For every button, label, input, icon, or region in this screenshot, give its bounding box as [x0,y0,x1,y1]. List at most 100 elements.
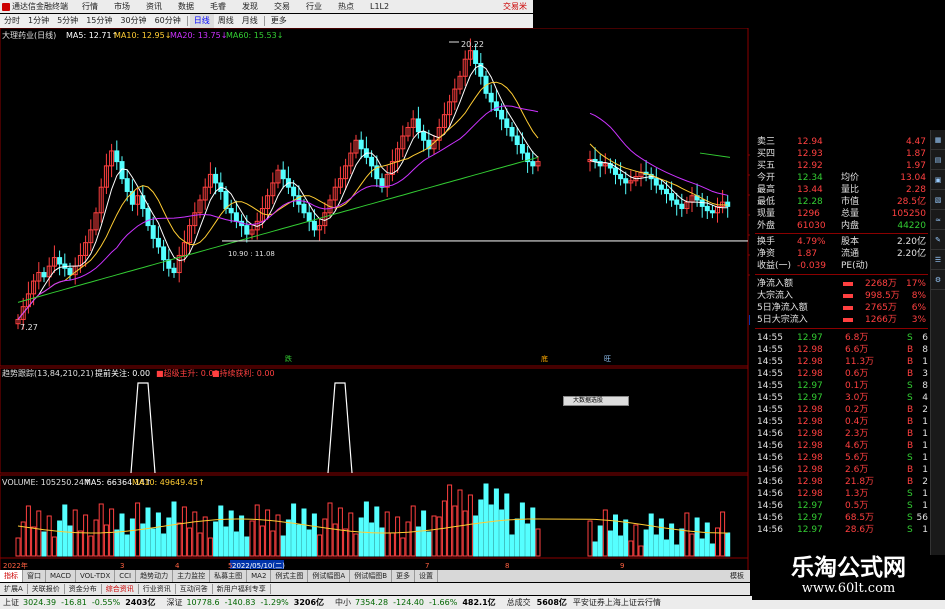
fund-flow-value: 998.5万 [865,291,900,301]
volume-bar [239,515,245,557]
menu-discover[interactable]: 发现 [242,1,258,12]
tick-v: 21.8万 [845,477,875,487]
period-tab-2[interactable]: 5分钟 [53,14,82,28]
indicator-tab-13[interactable]: 设置 [415,570,439,582]
indicator-tab-1[interactable]: 窗口 [23,570,46,582]
tick-count: 8 [922,381,928,391]
menu-l1l2[interactable]: L1L2 [370,2,389,11]
index-amt: 482.1亿 [462,598,496,607]
indicator-sub2: ■超级主升: 0.00 [156,368,219,378]
menu-industry[interactable]: 行业 [306,1,322,12]
index-name[interactable]: 深证 [166,597,182,608]
period-tab-0[interactable]: 分时 [0,14,24,28]
template-button[interactable]: 模板 [724,571,750,581]
sidebar-tools-icon[interactable]: ✎ [931,230,945,250]
indicator-tab-6[interactable]: 主力监控 [173,570,211,582]
month-label: 9 [620,562,624,570]
volume-bar [720,511,726,557]
sidebar-quote-icon[interactable]: ▦ [931,130,945,150]
indicator-tab-3[interactable]: VOL-TDX [76,570,116,582]
info-tab-2[interactable]: 资金分布 [65,584,102,594]
ma20-label: MA20: 13.75↓ [170,31,227,40]
volume-bar [306,529,312,557]
index-name[interactable]: 中小 [335,597,351,608]
quote-separator [755,233,928,234]
menu-data[interactable]: 数据 [178,1,194,12]
tick-s: B [907,345,914,355]
sidebar-news-icon[interactable]: ▣ [931,170,945,190]
month-label: 8 [505,562,509,570]
high-price-label: 20.22 [461,40,484,49]
info-tab-0[interactable]: 扩展A [0,584,28,594]
index-chg: -124.40 [393,598,425,607]
menu-hot[interactable]: 热点 [338,1,354,12]
volume-bar [202,516,208,557]
info-tab-3[interactable]: 综合资讯 [102,584,139,594]
tick-s: B [907,417,914,427]
tick-count: 1 [922,429,928,439]
index-amt: 3206亿 [293,598,325,607]
tick-t: 14:56 [757,429,783,439]
index-name[interactable]: 上证 [3,597,19,608]
period-tab-6[interactable]: 日线 [189,14,214,28]
indicator-tab-9[interactable]: 例式主图 [271,570,309,582]
candle-body [415,118,421,133]
indicator-tab-12[interactable]: 更多 [392,570,416,582]
quote-label: 换手 [757,237,776,247]
info-tab-6[interactable]: 新用户福利专享 [213,584,271,594]
quote-row-2: 换手 4.79% 股本 2.20亿 [755,236,928,248]
period-tab-3[interactable]: 15分钟 [82,14,116,28]
fund-flow-pct: 17% [905,279,926,289]
period-tab-9[interactable]: 更多 [267,14,291,28]
indicator-tab-4[interactable]: CCI [115,570,137,582]
ma60-line-2 [699,152,731,158]
tick-row: 14:56 12.97 28.6万 S 1 [755,524,928,536]
period-tab-1[interactable]: 1分钟 [24,14,53,28]
tick-s: S [907,333,913,343]
indicator-tab-5[interactable]: 趋势动力 [136,570,174,582]
index-pct: -1.66% [429,598,458,607]
indicator-tab-7[interactable]: 私募主图 [210,570,248,582]
period-tab-7[interactable]: 周线 [214,14,238,28]
big-data-popup[interactable]: 大数据选股 [563,396,629,406]
indicator-tabs: 指标 窗口 MACD VOL-TDX CCI 趋势动力 主力监控 私募主图 MA2 例式主图 例试幅… [0,570,750,582]
indicator-tab-11[interactable]: 例试幅图B [350,570,393,582]
sidebar-list-icon[interactable]: ☰ [931,250,945,270]
stock-name-label: 大理药业(日线) [2,30,56,40]
quote-row-2: 收益(一) -0.039 PE(动) [755,260,928,272]
tick-t: 14:56 [757,525,783,535]
tick-count: 1 [922,489,928,499]
signal-flag-1: 底 [541,354,548,363]
indicator-tab-8[interactable]: MA2 [247,570,272,582]
period-tab-8[interactable]: 月线 [238,14,262,28]
quote-value-2: 4.47 [905,137,926,147]
info-tab-1[interactable]: 关联报价 [28,584,65,594]
indicator-tab-10[interactable]: 例试幅图A [308,570,351,582]
indicator-tab-0[interactable]: 指标 [0,570,23,582]
period-tab-5[interactable]: 60分钟 [151,14,185,28]
sidebar-rsi-icon[interactable]: ≈ [931,210,945,230]
sidebar-settings-icon[interactable]: ⚙ [931,270,945,290]
tick-p: 12.98 [797,405,823,415]
indicator-tab-2[interactable]: MACD [46,570,76,582]
volume-bar [270,530,276,557]
candle-body [488,92,494,103]
sidebar-f10-icon[interactable]: ▧ [931,190,945,210]
candle-body [213,173,219,184]
menu-shichang[interactable]: 市场 [114,1,130,12]
volume-bar [410,505,416,557]
tick-v: 4.6万 [845,441,869,451]
menu-maorui[interactable]: 毛睿 [210,1,226,12]
menu-trade[interactable]: 交易 [274,1,290,12]
quote-value: -0.039 [797,261,827,271]
period-tab-4[interactable]: 30分钟 [116,14,150,28]
quote-value: 13.44 [797,185,823,195]
sidebar-chart-icon[interactable]: ▤ [931,150,945,170]
chart-area[interactable]: 大理药业(日线) MA5: 12.71↑MA10: 12.95↓MA20: 13.… [0,28,750,573]
fund-flow-value: 1266万 [865,315,897,325]
info-tab-4[interactable]: 行业资讯 [139,584,176,594]
menu-market[interactable]: 行情 [82,1,98,12]
period-separator [186,16,188,26]
menu-news[interactable]: 资讯 [146,1,162,12]
info-tab-5[interactable]: 互动问答 [176,584,213,594]
